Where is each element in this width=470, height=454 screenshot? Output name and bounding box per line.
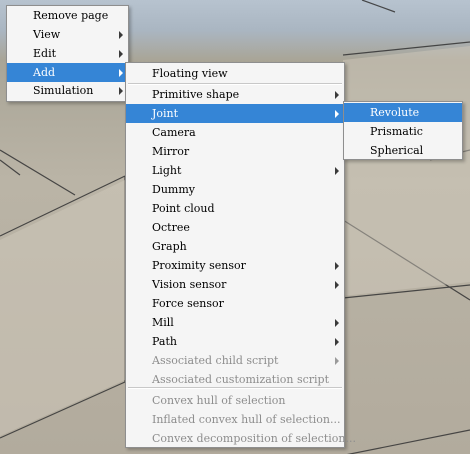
context-menu: Remove page View Edit Add Simulation xyxy=(6,5,129,102)
joint-menu-item-spherical[interactable]: Spherical xyxy=(344,141,462,160)
submenu-arrow-icon xyxy=(119,69,123,77)
menu-item-label: Simulation xyxy=(33,84,94,97)
menu-item-label: Edit xyxy=(33,47,57,60)
menu-item-label: Inflated convex hull of selection... xyxy=(152,413,341,426)
menu-item-label: Revolute xyxy=(370,106,420,119)
menu-item-label: Convex hull of selection xyxy=(152,394,286,407)
add-menu-item-light[interactable]: Light xyxy=(126,161,344,180)
add-menu-item-convex-decomposition-of-selection: Convex decomposition of selection... xyxy=(126,429,356,448)
menu-item-label: Proximity sensor xyxy=(152,259,246,272)
add-menu-item-vision-sensor[interactable]: Vision sensor xyxy=(126,275,344,294)
add-menu-item-convex-hull-of-selection: Convex hull of selection xyxy=(126,391,344,410)
menu-item-label: Camera xyxy=(152,126,196,139)
menu-item-label: Vision sensor xyxy=(152,278,227,291)
add-menu-item-force-sensor[interactable]: Force sensor xyxy=(126,294,344,313)
submenu-arrow-icon xyxy=(335,262,339,270)
add-menu-item-associated-child-script: Associated child script xyxy=(126,351,344,370)
menu-item-label: Floating view xyxy=(152,67,228,80)
menu-item-label: Graph xyxy=(152,240,187,253)
submenu-arrow-icon xyxy=(119,87,123,95)
menu-item-label: Force sensor xyxy=(152,297,224,310)
submenu-arrow-icon xyxy=(119,31,123,39)
add-submenu: Floating view Primitive shape Joint Camera M… xyxy=(125,62,356,448)
submenu-arrow-icon xyxy=(119,50,123,58)
menu-item-label: Mirror xyxy=(152,145,190,158)
joint-menu-item-prismatic[interactable]: Prismatic xyxy=(344,122,462,141)
menu-item-label: Prismatic xyxy=(370,125,423,138)
submenu-arrow-icon xyxy=(335,319,339,327)
menu-item-label: Add xyxy=(33,66,56,79)
add-menu-item-octree[interactable]: Octree xyxy=(126,218,344,237)
add-menu-item-proximity-sensor[interactable]: Proximity sensor xyxy=(126,256,344,275)
add-menu-item-path[interactable]: Path xyxy=(126,332,344,351)
main-menu-item-add[interactable]: Add xyxy=(7,63,128,82)
submenu-arrow-icon xyxy=(335,281,339,289)
add-menu-item-primitive-shape[interactable]: Primitive shape xyxy=(126,85,344,104)
menu-separator xyxy=(128,83,342,85)
add-menu-item-dummy[interactable]: Dummy xyxy=(126,180,344,199)
menu-item-label: Octree xyxy=(152,221,190,234)
menu-item-label: Light xyxy=(152,164,182,177)
menu-item-label: Primitive shape xyxy=(152,88,240,101)
joint-submenu: Revolute Prismatic Spherical xyxy=(343,101,463,160)
joint-menu-item-revolute[interactable]: Revolute xyxy=(344,103,462,122)
submenu-arrow-icon xyxy=(335,338,339,346)
menu-item-label: Remove page xyxy=(33,9,109,22)
add-menu-item-joint[interactable]: Joint xyxy=(126,104,344,123)
menu-item-label: Path xyxy=(152,335,177,348)
menu-item-label: Associated child script xyxy=(152,354,279,367)
add-menu-item-mirror[interactable]: Mirror xyxy=(126,142,344,161)
menu-item-label: Dummy xyxy=(152,183,195,196)
submenu-arrow-icon xyxy=(335,357,339,365)
menu-item-label: Mill xyxy=(152,316,174,329)
menu-item-label: Point cloud xyxy=(152,202,215,215)
add-menu-item-inflated-convex-hull-of-selection: Inflated convex hull of selection... xyxy=(126,410,344,429)
submenu-arrow-icon xyxy=(335,110,339,118)
menu-item-label: Spherical xyxy=(370,144,424,157)
submenu-arrow-icon xyxy=(335,91,339,99)
main-menu-item-view[interactable]: View xyxy=(7,25,128,44)
menu-item-label: Convex decomposition of selection... xyxy=(152,432,356,445)
add-menu-item-camera[interactable]: Camera xyxy=(126,123,344,142)
main-menu-item-edit[interactable]: Edit xyxy=(7,44,128,63)
add-menu-item-mill[interactable]: Mill xyxy=(126,313,344,332)
add-menu-item-point-cloud[interactable]: Point cloud xyxy=(126,199,344,218)
menu-item-label: View xyxy=(33,28,61,41)
add-menu-item-floating-view[interactable]: Floating view xyxy=(126,64,344,83)
main-menu-item-remove-page[interactable]: Remove page xyxy=(7,6,128,25)
add-menu-item-graph[interactable]: Graph xyxy=(126,237,344,256)
menu-separator xyxy=(128,387,342,389)
submenu-arrow-icon xyxy=(335,167,339,175)
main-menu-item-simulation[interactable]: Simulation xyxy=(7,81,128,100)
menu-item-label: Joint xyxy=(152,107,179,120)
